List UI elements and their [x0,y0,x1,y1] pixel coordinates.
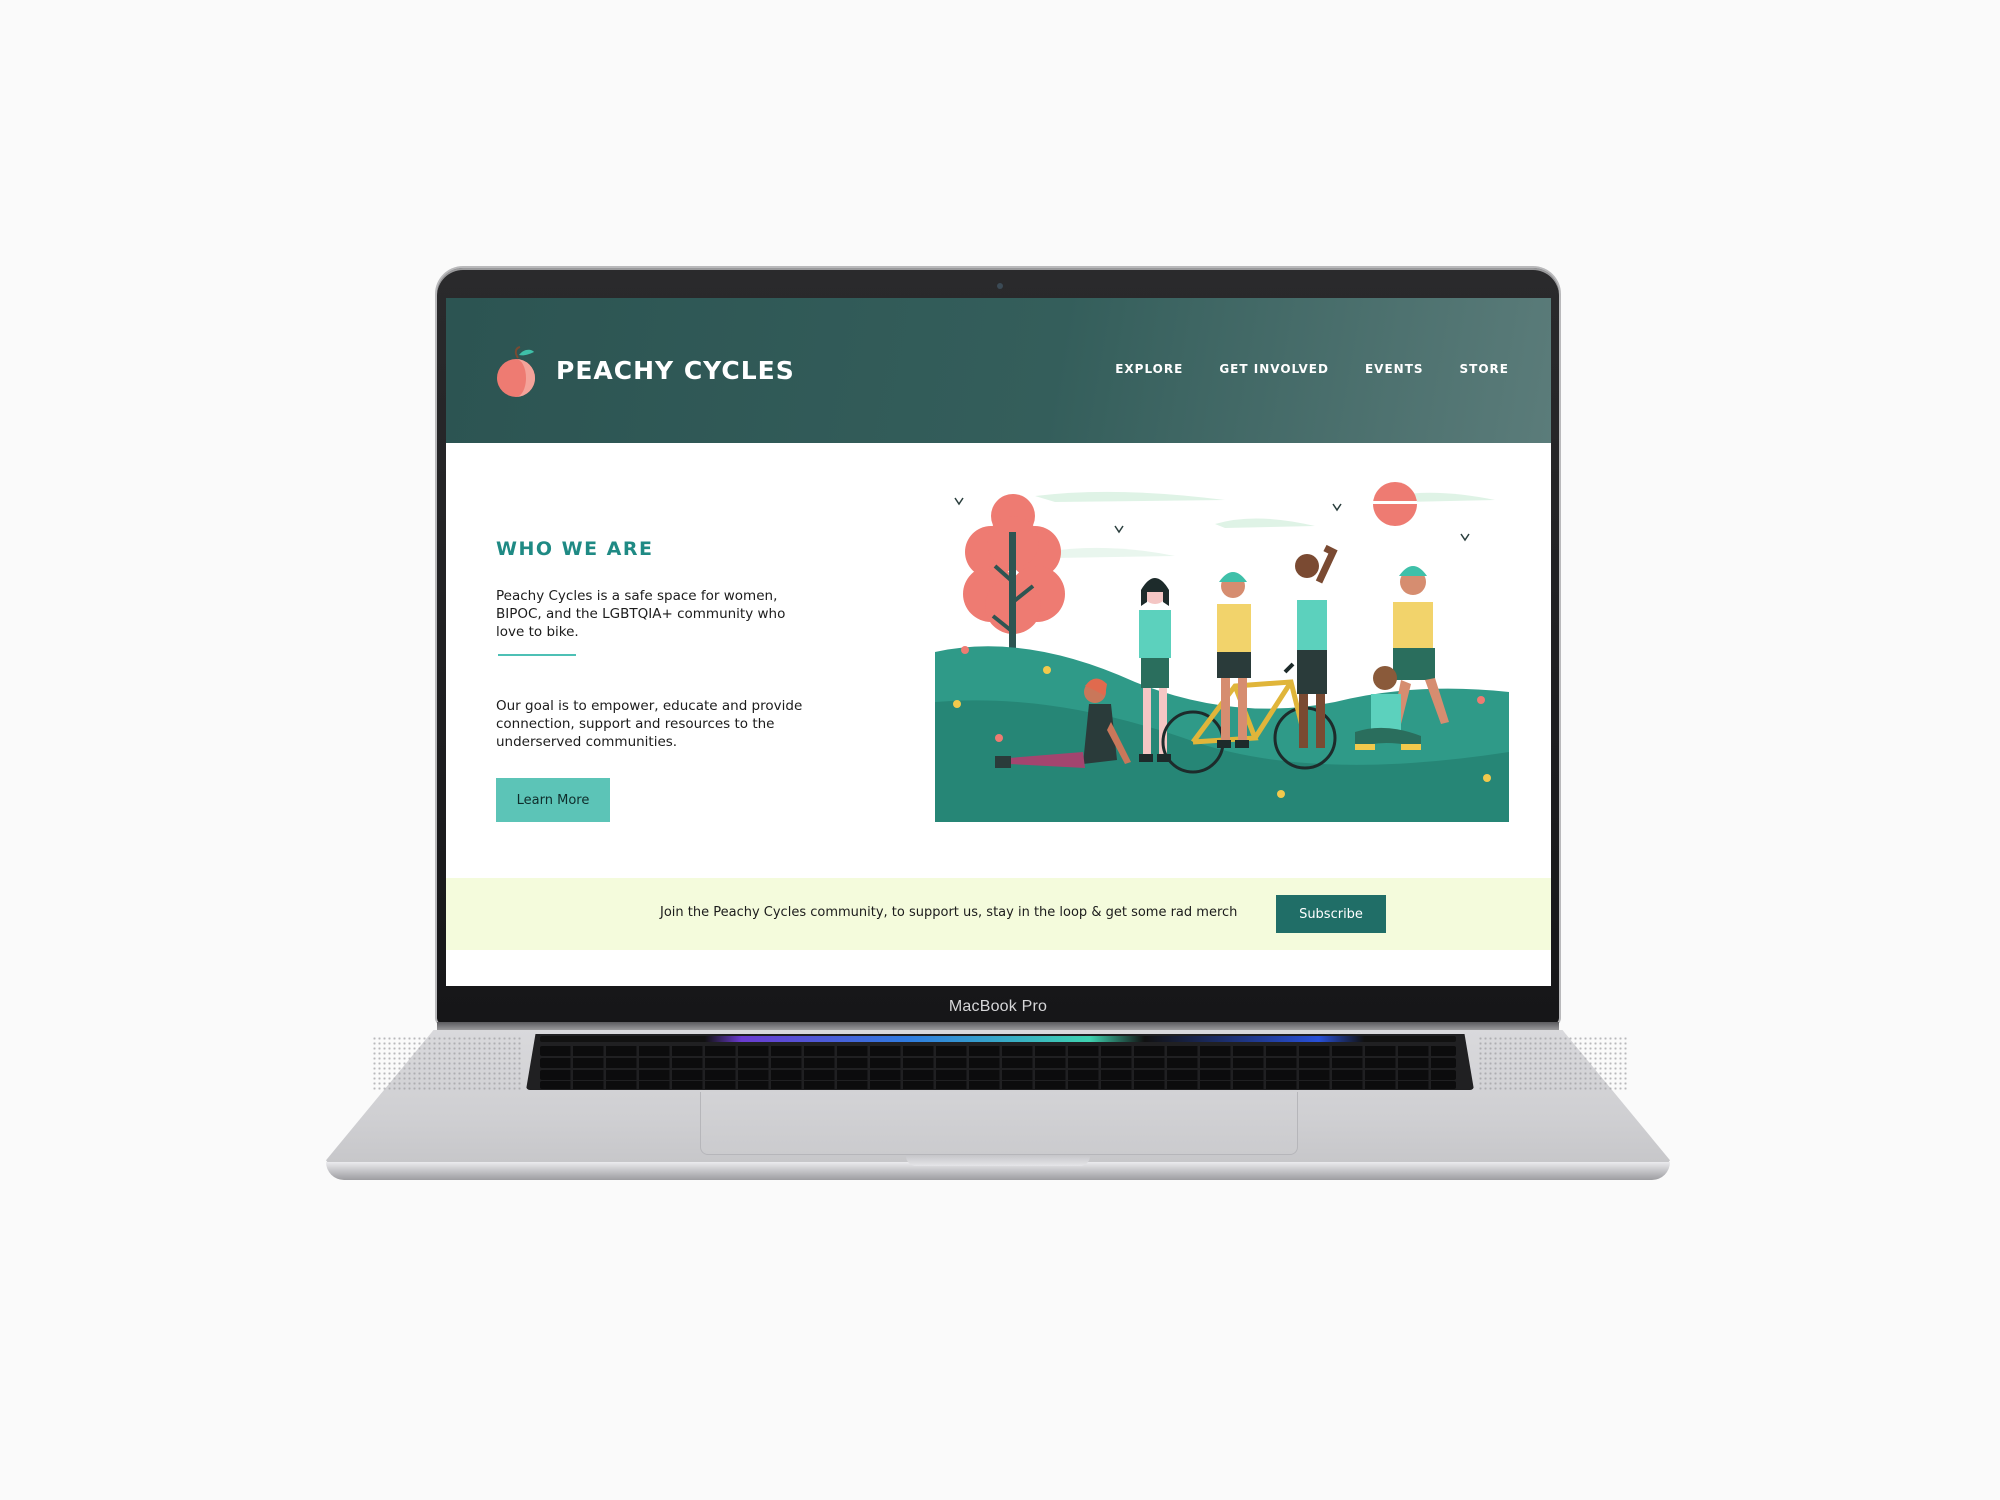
speaker-grille-right [1478,1036,1628,1090]
trackpad [700,1092,1298,1155]
nav-store[interactable]: STORE [1460,362,1509,376]
brand-name[interactable]: PEACHY CYCLES [556,356,795,385]
divider [498,654,576,656]
stage: MacBook Pro PEACHY CYCLES EXPLORE GET IN… [0,0,2000,1500]
nav-events[interactable]: EVENTS [1365,362,1424,376]
keyboard-row [540,1058,1456,1068]
nav-get-involved[interactable]: GET INVOLVED [1219,362,1329,376]
about-paragraph-1: Peachy Cycles is a safe space for women,… [496,587,786,640]
keyboard-row [540,1070,1456,1080]
subscribe-button[interactable]: Subscribe [1276,895,1386,933]
keyboard-row [540,1081,1456,1089]
touch-bar [540,1036,1456,1042]
screen: PEACHY CYCLES EXPLORE GET INVOLVED EVENT… [446,298,1551,986]
laptop-brand-label: MacBook Pro [948,998,1048,1015]
keyboard-row [540,1046,1456,1056]
learn-more-button[interactable]: Learn More [496,778,610,822]
hero-illustration [935,482,1509,822]
section-heading: WHO WE ARE [496,537,654,560]
main-nav: EXPLORE GET INVOLVED EVENTS STORE [1115,362,1509,376]
speaker-grille-left [372,1036,522,1090]
camera-icon [997,283,1003,289]
subscribe-banner: Join the Peachy Cycles community, to sup… [446,878,1551,950]
subscribe-message: Join the Peachy Cycles community, to sup… [660,905,1238,920]
site-header: PEACHY CYCLES EXPLORE GET INVOLVED EVENT… [446,298,1551,443]
about-paragraph-2: Our goal is to empower, educate and prov… [496,697,803,750]
nav-explore[interactable]: EXPLORE [1115,362,1183,376]
peach-icon[interactable] [494,346,542,398]
